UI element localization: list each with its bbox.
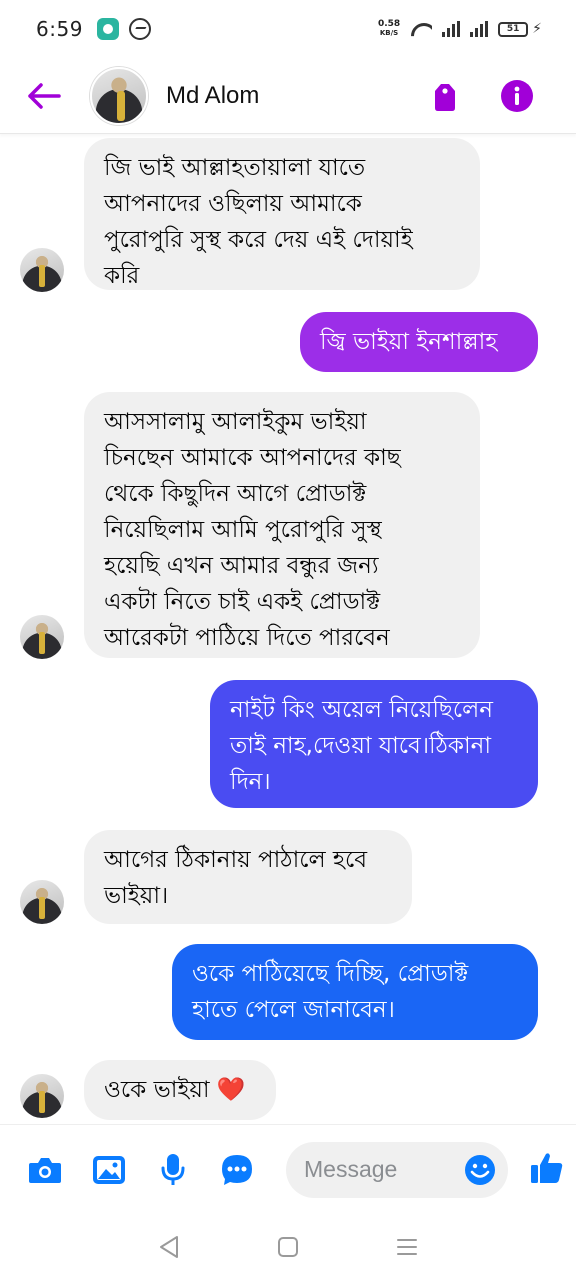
triangle-back-icon — [160, 1236, 179, 1258]
message-list[interactable]: জি ভাই আল্লাহতায়ালা যাতে আপনাদের ওছিলায… — [0, 134, 576, 1124]
incoming-message[interactable]: ওকে ভাইয়া ❤️ — [84, 1060, 276, 1120]
signal-icon-2 — [470, 21, 489, 37]
tag-button[interactable] — [430, 79, 460, 113]
like-button[interactable] — [530, 1151, 564, 1189]
nav-back-button[interactable] — [149, 1227, 189, 1267]
message-input[interactable] — [304, 1156, 454, 1183]
emoji-icon[interactable] — [464, 1154, 496, 1186]
status-right: 0.58 KB/S 51 ⚡ — [378, 20, 542, 38]
contact-name[interactable]: Md Alom — [166, 82, 259, 110]
menu-lines-icon — [396, 1239, 417, 1255]
battery-icon: 51 — [498, 21, 529, 37]
info-button[interactable] — [500, 79, 534, 113]
microphone-icon — [161, 1153, 185, 1185]
camera-icon — [29, 1157, 61, 1183]
app-notification-icon — [96, 18, 119, 40]
incoming-message[interactable]: আগের ঠিকানায় পাঠালে হবে ভাইয়া। — [84, 830, 412, 924]
wifi-icon — [410, 21, 432, 37]
message-input-container — [286, 1141, 508, 1198]
image-icon — [93, 1155, 125, 1184]
sender-avatar — [20, 615, 64, 659]
outgoing-message[interactable]: নাইট কিং অয়েল নিয়েছিলেন তাই নাহ,দেওয়া… — [210, 680, 538, 808]
system-nav-bar — [0, 1214, 576, 1280]
sender-avatar — [20, 248, 64, 292]
gallery-button[interactable] — [90, 1151, 128, 1189]
network-speed-unit: KB/S — [379, 29, 399, 37]
network-speed-value: 0.58 — [377, 19, 401, 29]
signal-icon — [442, 21, 461, 37]
info-icon — [501, 79, 533, 112]
charging-icon: ⚡ — [532, 21, 542, 37]
camera-button[interactable] — [26, 1151, 64, 1189]
chat-header: Md Alom — [0, 58, 576, 134]
voice-button[interactable] — [154, 1151, 192, 1189]
back-arrow-icon — [28, 82, 61, 109]
tag-icon — [435, 83, 455, 111]
chat-bubble-dots-icon — [222, 1154, 252, 1185]
outgoing-message[interactable]: জ্বি ভাইয়া ইনশাল্লাহ — [300, 312, 538, 372]
sender-avatar — [20, 880, 64, 924]
contact-avatar[interactable] — [90, 66, 148, 125]
incoming-message[interactable]: আসসালামু আলাইকুম ভাইয়া চিনছেন আমাকে আপন… — [84, 392, 480, 658]
thumbs-up-icon — [531, 1152, 563, 1183]
more-actions-button[interactable] — [218, 1151, 256, 1189]
nav-recents-button[interactable] — [387, 1227, 427, 1267]
status-bar: 6:59 0.58 KB/S 51 ⚡ — [0, 0, 576, 58]
status-time: 6:59 — [36, 17, 83, 41]
network-speed: 0.58 KB/S — [378, 20, 400, 38]
composer-bar — [0, 1124, 576, 1214]
incoming-message[interactable]: জি ভাই আল্লাহতায়ালা যাতে আপনাদের ওছিলায… — [84, 138, 480, 290]
nav-home-button[interactable] — [268, 1227, 308, 1267]
messenger-notification-icon — [128, 18, 151, 40]
square-home-icon — [277, 1237, 298, 1257]
notification-icons — [96, 18, 151, 40]
sender-avatar — [20, 1074, 64, 1118]
back-button[interactable] — [24, 76, 64, 116]
outgoing-message[interactable]: ওকে পাঠিয়েছে দিচ্ছি, প্রোডাক্ট হাতে পেল… — [172, 944, 538, 1040]
